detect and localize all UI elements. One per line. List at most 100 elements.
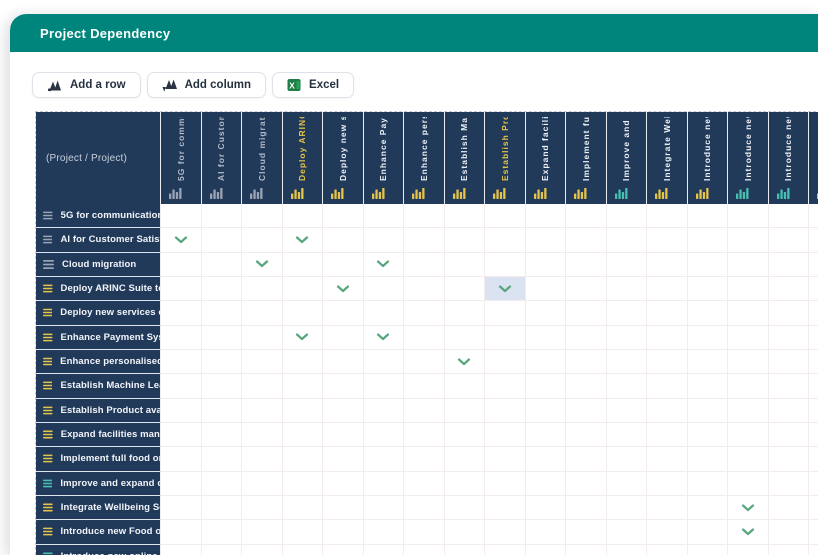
dependency-cell-r13-c4[interactable] [283,496,324,520]
dependency-cell-r1-c3[interactable] [242,204,283,228]
dependency-cell-r11-c11[interactable] [566,447,607,471]
dependency-cell-r7-c5[interactable] [323,350,364,374]
dependency-cell-r13-c7[interactable] [404,496,445,520]
dependency-cell-r1-c14[interactable] [688,204,729,228]
row-header-5[interactable]: Deploy new services on... [36,301,161,325]
excel-export-button[interactable]: X Excel [272,72,354,98]
dependency-cell-r7-c10[interactable] [526,350,567,374]
dependency-cell-r3-c10[interactable] [526,253,567,277]
row-header-13[interactable]: Integrate Wellbeing Se... [36,496,161,520]
dependency-cell-r11-c13[interactable] [647,447,688,471]
dependency-cell-r3-c6[interactable] [364,253,405,277]
dependency-cell-r3-c11[interactable] [566,253,607,277]
dependency-cell-r11-c5[interactable] [323,447,364,471]
dependency-cell-r10-c2[interactable] [202,423,243,447]
dependency-cell-r4-c4[interactable] [283,277,324,301]
column-header-5[interactable]: Deploy new s... [323,112,364,204]
column-header-13[interactable]: Integrate Well... [647,112,688,204]
dependency-cell-r10-c14[interactable] [688,423,729,447]
dependency-cell-r14-c14[interactable] [688,520,729,544]
dependency-cell-r2-c11[interactable] [566,228,607,252]
dependency-cell-r4-c2[interactable] [202,277,243,301]
dependency-cell-r12-c14[interactable] [688,472,729,496]
dependency-cell-r1-c16[interactable] [769,204,810,228]
dependency-cell-r2-c13[interactable] [647,228,688,252]
dependency-cell-r12-c1[interactable] [161,472,202,496]
column-header-10[interactable]: Expand facilit... [526,112,567,204]
dependency-cell-r8-c12[interactable] [607,374,648,398]
dependency-cell-r3-c13[interactable] [647,253,688,277]
dependency-cell-r11-c2[interactable] [202,447,243,471]
dependency-cell-r10-c6[interactable] [364,423,405,447]
dependency-cell-r1-c8[interactable] [445,204,486,228]
dependency-cell-r11-c12[interactable] [607,447,648,471]
dependency-cell-r12-c15[interactable] [728,472,769,496]
column-header-16[interactable]: Introduce new... [769,112,810,204]
dependency-cell-r6-c16[interactable] [769,326,810,350]
dependency-cell-r9-c3[interactable] [242,399,283,423]
dependency-cell-r10-c7[interactable] [404,423,445,447]
dependency-cell-r9-c6[interactable] [364,399,405,423]
dependency-cell-r13-c15[interactable] [728,496,769,520]
dependency-cell-r1-c2[interactable] [202,204,243,228]
dependency-cell-r4-c11[interactable] [566,277,607,301]
dependency-cell-r12-c11[interactable] [566,472,607,496]
dependency-cell-r15-c10[interactable] [526,545,567,555]
dependency-cell-r10-c9[interactable] [485,423,526,447]
dependency-cell-r13-c6[interactable] [364,496,405,520]
dependency-cell-r3-c8[interactable] [445,253,486,277]
dependency-cell-r5-c4[interactable] [283,301,324,325]
dependency-cell-r6-c2[interactable] [202,326,243,350]
drag-handle-icon[interactable] [43,333,53,342]
dependency-cell-r5-c5[interactable] [323,301,364,325]
dependency-cell-r15-c13[interactable] [647,545,688,555]
dependency-cell-r2-c5[interactable] [323,228,364,252]
dependency-cell-r15-c7[interactable] [404,545,445,555]
dependency-cell-r1-c13[interactable] [647,204,688,228]
dependency-cell-r11-c14[interactable] [688,447,729,471]
dependency-cell-r4-c5[interactable] [323,277,364,301]
dependency-cell-r5-c13[interactable] [647,301,688,325]
dependency-cell-r4-c10[interactable] [526,277,567,301]
dependency-cell-r13-c12[interactable] [607,496,648,520]
dependency-cell-r6-c15[interactable] [728,326,769,350]
dependency-cell-r9-c4[interactable] [283,399,324,423]
dependency-cell-r1-c1[interactable] [161,204,202,228]
dependency-cell-r15-c5[interactable] [323,545,364,555]
dependency-cell-r14-c17[interactable] [809,520,818,544]
dependency-cell-r7-c6[interactable] [364,350,405,374]
drag-handle-icon[interactable] [43,406,53,415]
dependency-cell-r8-c13[interactable] [647,374,688,398]
dependency-cell-r2-c1[interactable] [161,228,202,252]
dependency-cell-r4-c12[interactable] [607,277,648,301]
dependency-cell-r2-c6[interactable] [364,228,405,252]
dependency-cell-r5-c1[interactable] [161,301,202,325]
dependency-cell-r2-c10[interactable] [526,228,567,252]
dependency-cell-r4-c17[interactable] [809,277,818,301]
dependency-cell-r2-c3[interactable] [242,228,283,252]
dependency-cell-r6-c12[interactable] [607,326,648,350]
dependency-cell-r11-c8[interactable] [445,447,486,471]
dependency-cell-r5-c2[interactable] [202,301,243,325]
dependency-cell-r6-c7[interactable] [404,326,445,350]
dependency-cell-r4-c14[interactable] [688,277,729,301]
dependency-cell-r1-c12[interactable] [607,204,648,228]
dependency-cell-r14-c4[interactable] [283,520,324,544]
dependency-cell-r8-c11[interactable] [566,374,607,398]
dependency-cell-r2-c4[interactable] [283,228,324,252]
dependency-cell-r4-c3[interactable] [242,277,283,301]
row-header-7[interactable]: Enhance personalised p... [36,350,161,374]
dependency-cell-r11-c16[interactable] [769,447,810,471]
add-column-button[interactable]: Add column [147,72,266,98]
drag-handle-icon[interactable] [43,430,53,439]
dependency-cell-r8-c15[interactable] [728,374,769,398]
dependency-cell-r2-c9[interactable] [485,228,526,252]
dependency-cell-r5-c11[interactable] [566,301,607,325]
dependency-cell-r14-c6[interactable] [364,520,405,544]
dependency-cell-r1-c15[interactable] [728,204,769,228]
row-header-15[interactable]: Introduce new online P... [36,545,161,555]
dependency-cell-r7-c9[interactable] [485,350,526,374]
drag-handle-icon[interactable] [43,454,53,463]
dependency-cell-r15-c8[interactable] [445,545,486,555]
dependency-cell-r10-c13[interactable] [647,423,688,447]
